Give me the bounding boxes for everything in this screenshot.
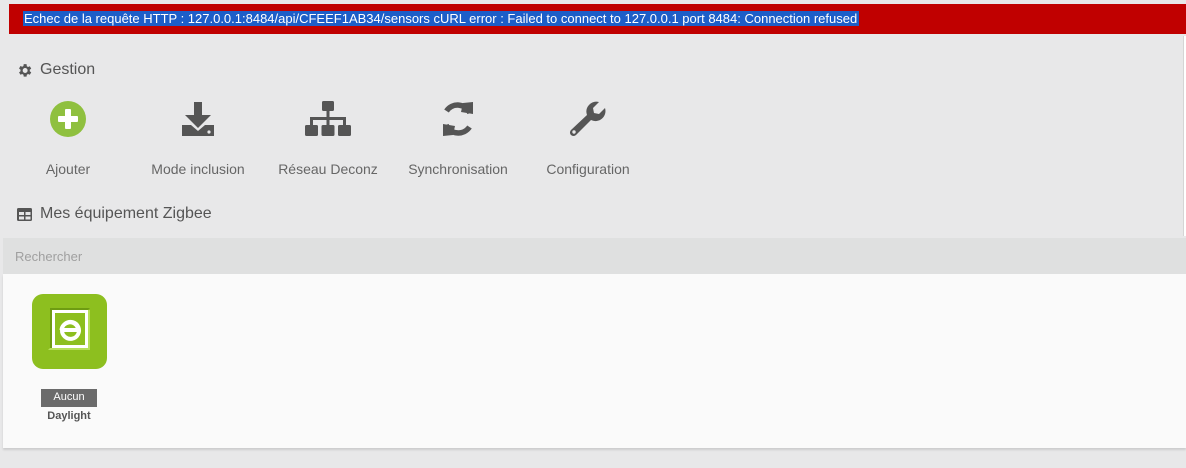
sitemap-icon [304,100,352,143]
synchronisation-label: Synchronisation [408,161,508,177]
section-title-equipements-label: Mes équipement Zigbee [40,205,212,222]
configuration-label: Configuration [546,161,630,177]
device-name: Daylight [47,410,91,422]
synchronisation-button[interactable]: Synchronisation [404,96,512,180]
plus-circle-icon [49,100,87,143]
device-card[interactable]: Aucun Daylight [31,294,107,422]
search-input[interactable] [3,238,1186,274]
e-logo-icon [44,304,94,359]
add-button-label: Ajouter [45,161,91,177]
gear-icon [16,62,33,79]
wrench-icon [568,99,608,144]
inclusion-mode-button[interactable]: Mode inclusion [147,96,249,180]
device-status-badge: Aucun [41,389,97,407]
section-title-equipements: Mes équipement Zigbee [16,205,212,223]
equipment-panel: Aucun Daylight [3,274,1186,448]
section-title-gestion-label: Gestion [40,61,96,78]
download-icon [181,101,215,142]
error-alert: Echec de la requête HTTP : 127.0.0.1:848… [9,4,1186,34]
refresh-icon [439,100,477,143]
section-title-gestion: Gestion [16,61,95,79]
table-icon [16,206,33,223]
deconz-network-button[interactable]: Réseau Deconz [276,96,380,180]
configuration-button[interactable]: Configuration [542,96,634,180]
plugin-page: Echec de la requête HTTP : 127.0.0.1:848… [0,0,1186,468]
inclusion-mode-label: Mode inclusion [151,161,245,177]
add-button[interactable]: Ajouter [28,96,108,180]
error-message: Echec de la requête HTTP : 127.0.0.1:848… [23,11,860,26]
device-logo [31,294,107,369]
deconz-network-label: Réseau Deconz [278,161,378,177]
